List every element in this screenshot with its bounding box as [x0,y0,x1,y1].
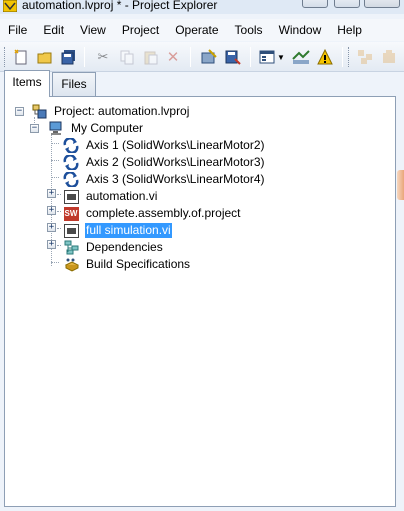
save-all-icon[interactable] [60,48,78,66]
expand-assembly-toggle[interactable]: + [47,206,56,215]
tree-item-full-simulation-vi[interactable]: full simulation.vi [63,222,172,239]
automation-vi-label: automation.vi [86,189,158,203]
menu-help[interactable]: Help [329,19,370,41]
menu-operate[interactable]: Operate [167,19,226,41]
filter-icon[interactable] [292,48,310,66]
tree-item-my-computer[interactable]: My Computer [48,120,144,137]
dropdown-icon[interactable]: ▼ [276,48,286,66]
axis-icon [63,172,79,187]
axis-icon [63,138,79,153]
toolbar-separator [250,47,251,67]
project-tree-panel: − − + + + + Project: automation.lvproj M… [4,96,396,507]
dependencies-label: Dependencies [86,240,163,254]
tree-item-assembly[interactable]: SW complete.assembly.of.project [63,205,242,222]
expand-automation-vi-toggle[interactable]: + [47,189,56,198]
dependencies-icon [63,240,79,255]
tree-item-axis-2[interactable]: Axis 2 (SolidWorks\LinearMotor3) [63,154,266,171]
tree-connector [51,143,59,144]
background-window-edge [397,170,404,200]
build-specifications-label: Build Specifications [86,257,191,271]
menu-bar: File Edit View Project Operate Tools Win… [0,19,404,41]
menu-window[interactable]: Window [271,19,330,41]
assembly-label: complete.assembly.of.project [86,206,241,220]
tree-item-build-specifications[interactable]: Build Specifications [63,256,191,273]
toolbar-separator [342,47,343,67]
warning-icon[interactable] [316,48,334,66]
expand-icon[interactable] [380,48,398,66]
build-specifications-icon [63,257,79,272]
labview-app-icon[interactable] [3,0,17,12]
build-icon[interactable] [200,48,218,66]
tab-items[interactable]: Items [4,70,50,97]
tree-connector [51,177,59,178]
tree-connector [57,228,61,229]
menu-view[interactable]: View [72,19,114,41]
toolbar-separator [190,47,191,67]
tree-connector [51,160,59,161]
open-icon[interactable] [36,48,54,66]
toolbar-grip[interactable] [348,47,351,67]
title-bar: automation.lvproj * - Project Explorer [0,0,404,14]
save-build-icon[interactable] [224,48,242,66]
vi-icon [63,223,79,238]
tree-connector [57,245,61,246]
axis-3-label: Axis 3 (SolidWorks\LinearMotor4) [86,172,265,186]
project-label: Project: automation.lvproj [54,104,190,118]
toolbar-separator [84,47,85,67]
project-tree[interactable]: − − + + + + Project: automation.lvproj M… [5,97,395,506]
copy-icon[interactable] [118,48,136,66]
menu-file[interactable]: File [0,19,35,41]
tab-files[interactable]: Files [52,72,96,96]
tree-item-axis-3[interactable]: Axis 3 (SolidWorks\LinearMotor4) [63,171,266,188]
tree-item-dependencies[interactable]: Dependencies [63,239,164,256]
paste-icon[interactable] [142,48,160,66]
my-computer-label: My Computer [71,121,144,135]
solidworks-icon: SW [63,206,79,221]
project-explorer-window: automation.lvproj * - Project Explorer F… [0,0,404,511]
tree-connector [57,211,61,212]
expand-full-simulation-toggle[interactable]: + [47,223,56,232]
window-title: automation.lvproj * - Project Explorer [22,0,218,12]
toolbar: ✂ ✕ ▼ [0,42,404,72]
delete-icon[interactable]: ✕ [164,48,182,66]
minimize-button[interactable] [302,0,328,8]
tab-strip: Items Files [0,70,404,98]
axis-icon [63,155,79,170]
vi-icon [63,189,79,204]
maximize-button[interactable] [334,0,360,8]
tree-item-project[interactable]: Project: automation.lvproj [31,103,190,120]
collapse-computer-toggle[interactable]: − [30,124,39,133]
cut-icon[interactable]: ✂ [94,48,112,66]
menu-edit[interactable]: Edit [35,19,72,41]
tree-item-automation-vi[interactable]: automation.vi [63,188,158,205]
full-simulation-vi-label: full simulation.vi [85,223,172,238]
close-button[interactable] [364,0,400,8]
axis-2-label: Axis 2 (SolidWorks\LinearMotor3) [86,155,265,169]
menu-tools[interactable]: Tools [227,19,271,41]
tree-item-axis-1[interactable]: Axis 1 (SolidWorks\LinearMotor2) [63,137,266,154]
new-icon[interactable] [12,48,30,66]
expand-dependencies-toggle[interactable]: + [47,240,56,249]
collapse-icon[interactable] [356,48,374,66]
axis-1-label: Axis 1 (SolidWorks\LinearMotor2) [86,138,265,152]
toolbar-grip[interactable] [4,47,7,67]
tree-connector [57,194,61,195]
collapse-project-toggle[interactable]: − [15,107,24,116]
view-icon[interactable] [258,48,276,66]
computer-icon [48,121,64,136]
tree-connector [51,262,59,263]
project-icon [31,104,47,119]
menu-project[interactable]: Project [114,19,167,41]
